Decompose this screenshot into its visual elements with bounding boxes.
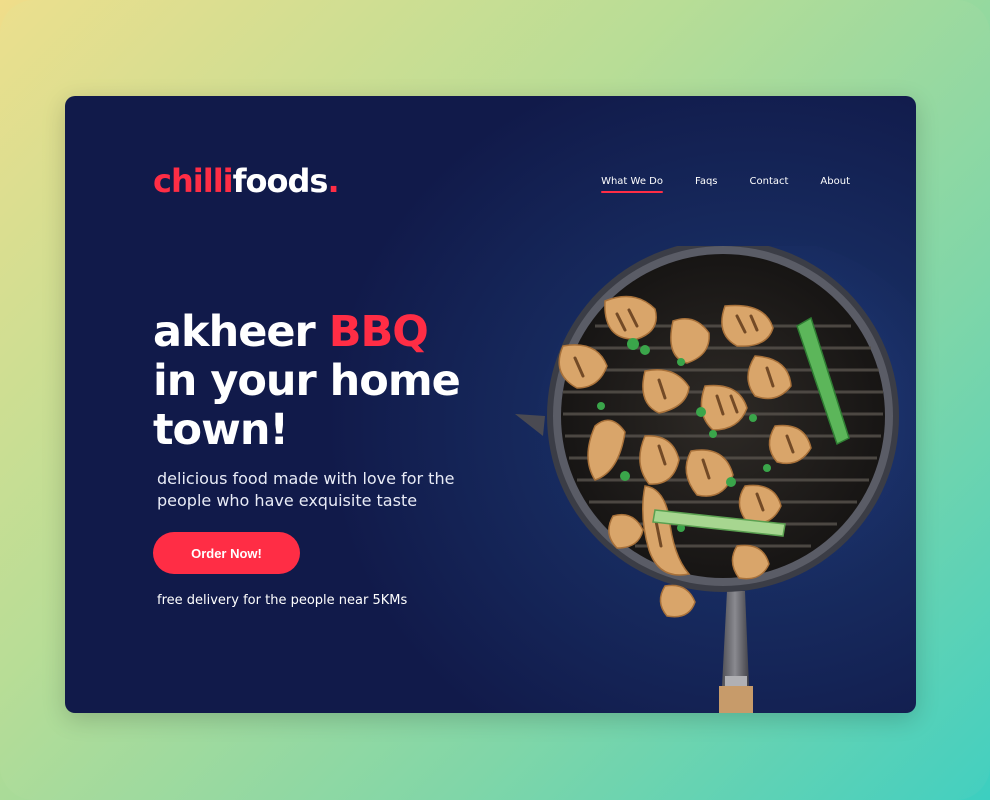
nav-item-faqs[interactable]: Faqs xyxy=(695,176,718,193)
logo[interactable]: chillifoods. xyxy=(153,162,340,200)
hero-subtitle: delicious food made with love for the pe… xyxy=(157,469,455,510)
logo-part-2: foods xyxy=(232,162,329,200)
hero-line-1-prefix: akheer xyxy=(153,307,329,357)
hero-line-1: akheer BBQ xyxy=(153,308,460,357)
hero-heading: akheer BBQ in your home town! xyxy=(153,308,461,455)
logo-dot: . xyxy=(327,162,339,200)
landing-card: chillifoods. What We Do Faqs Contact Abo… xyxy=(65,96,916,713)
grill-pan-image xyxy=(515,246,916,713)
order-now-button[interactable]: Order Now! xyxy=(153,532,300,574)
nav-item-about[interactable]: About xyxy=(820,176,850,193)
nav-item-contact[interactable]: Contact xyxy=(750,176,789,193)
hero-highlight: BBQ xyxy=(328,307,429,357)
nav-item-what-we-do[interactable]: What We Do xyxy=(601,176,663,193)
hero-line-2: in your home xyxy=(153,356,461,406)
delivery-note: free delivery for the people near 5KMs xyxy=(157,593,408,608)
page-background: chillifoods. What We Do Faqs Contact Abo… xyxy=(0,0,990,800)
logo-part-1: chilli xyxy=(153,162,234,200)
hero-line-3: town! xyxy=(153,405,289,455)
main-nav: What We Do Faqs Contact About xyxy=(601,176,850,193)
